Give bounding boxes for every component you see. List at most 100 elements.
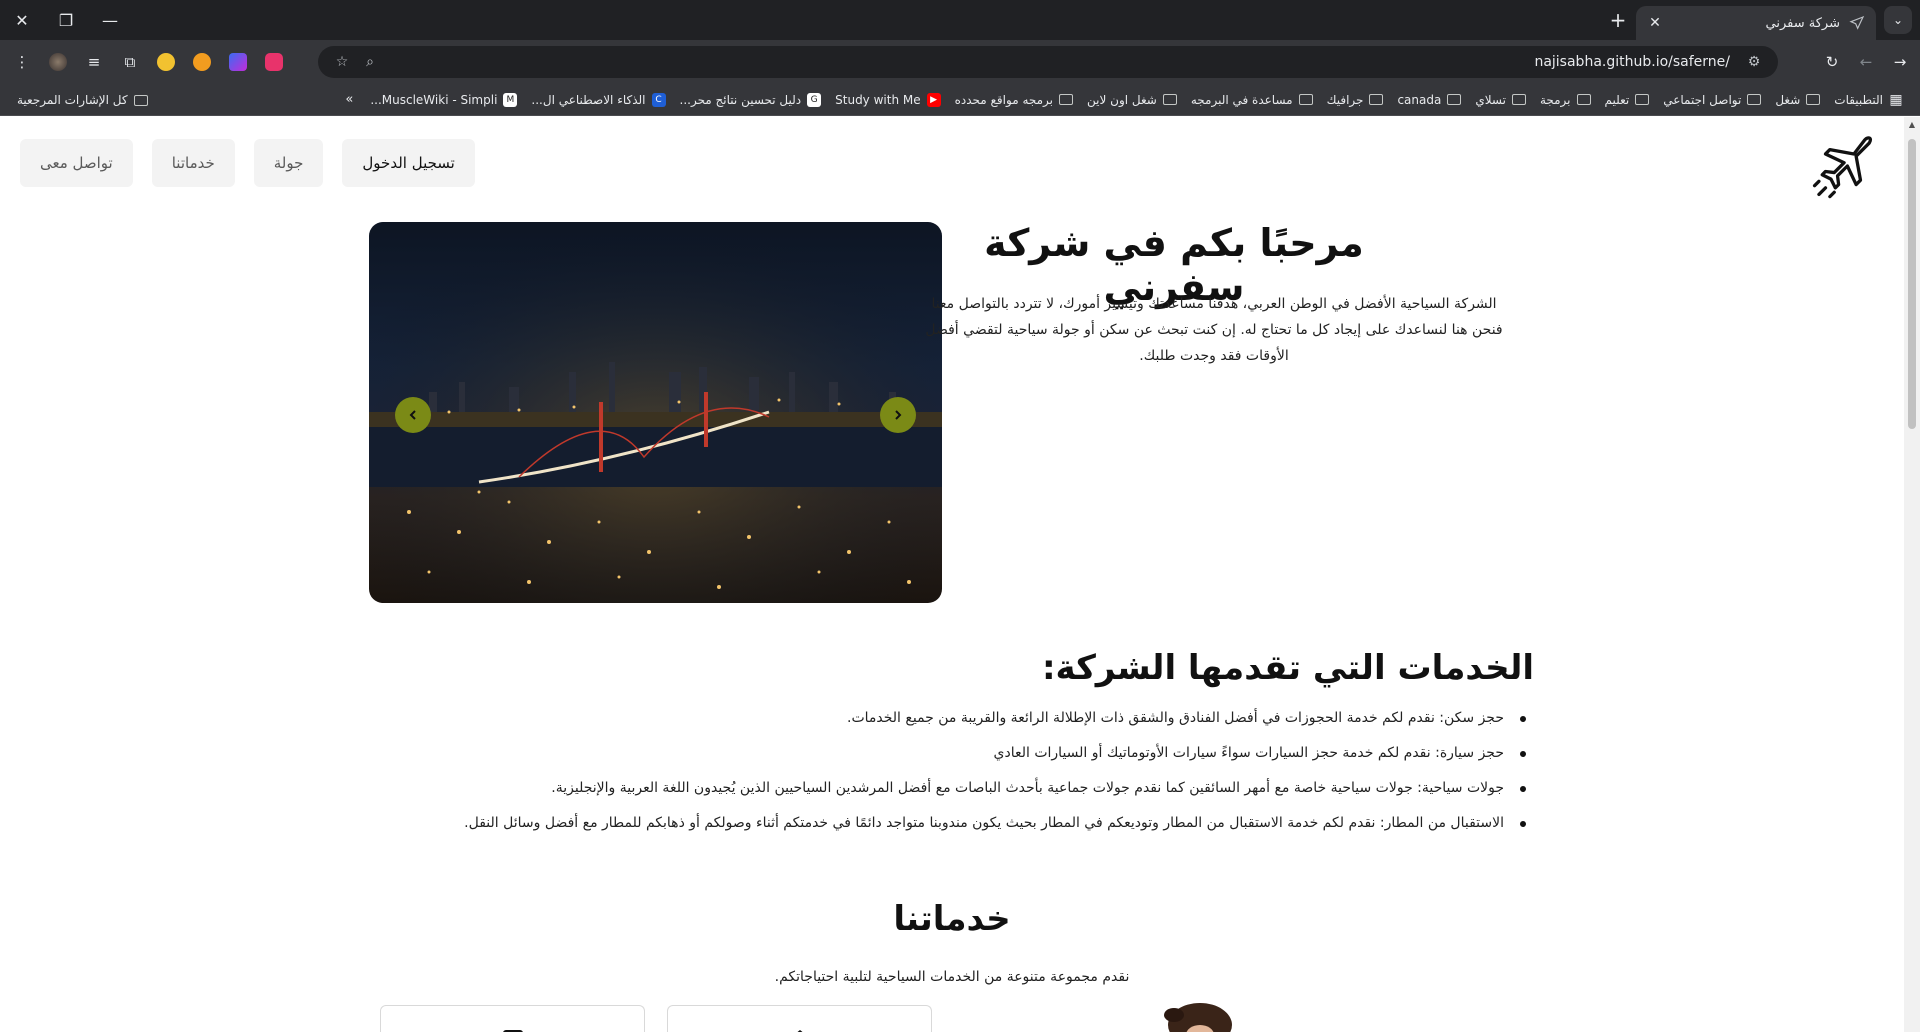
all-bookmarks-button[interactable]: كل الإشارات المرجعية (10, 87, 155, 113)
extension-yellow-icon[interactable] (150, 46, 182, 78)
extension-shield-icon[interactable] (258, 46, 290, 78)
minimize-window-icon[interactable]: — (88, 0, 132, 40)
hero-intro: الشركة السياحية الأفضل في الوطن العربي، … (925, 296, 1503, 364)
bookmark-item[interactable]: برمجه مواقع محدده (948, 87, 1080, 113)
tab-strip: + شركة سفرني ✕ ⌄ (1600, 0, 1920, 40)
bookmark-label: Study with Me (835, 92, 921, 107)
bookmark-item[interactable]: canada (1390, 87, 1468, 113)
folder-icon (1747, 94, 1762, 105)
extension-orange-icon[interactable] (186, 46, 218, 78)
folder-icon (1059, 94, 1074, 105)
bookmark-item[interactable]: تواصل اجتماعي (1656, 87, 1768, 113)
bookmark-star-icon[interactable]: ☆ (328, 54, 356, 70)
nav-login-button[interactable]: تسجيل الدخول (342, 139, 475, 187)
back-icon[interactable]: → (1884, 46, 1916, 78)
url-text[interactable]: najisabha.github.io/saferne/ (384, 54, 1740, 70)
tab-title: شركة سفرني (1765, 15, 1840, 31)
profile-avatar[interactable] (42, 46, 74, 78)
all-bookmarks-label: كل الإشارات المرجعية (17, 93, 128, 107)
browser-toolbar: ⋮ ≡ ⧉ ☆ ⌕ najisabha.github.io/saferne/ ⚙… (0, 40, 1920, 84)
bookmark-item[interactable]: ▶ Study with Me (828, 87, 947, 113)
toolbar-nav: ↻ ← → (1816, 46, 1916, 78)
bookmark-item[interactable]: مساعدة في البرمجه (1184, 87, 1320, 113)
reading-list-icon[interactable]: ≡ (78, 46, 110, 78)
bookmark-label: دليل تحسين نتائج محر... (679, 92, 802, 107)
bookmark-item[interactable]: C الذكاء الاصطناعي ال... (524, 87, 672, 113)
site-settings-icon[interactable]: ⚙ (1740, 54, 1768, 70)
bookmark-label: مساعدة في البرمجه (1190, 92, 1293, 107)
window-controls: ✕ ❐ — (0, 0, 132, 40)
service-card[interactable] (667, 1005, 932, 1032)
our-services-subtitle: نقدم مجموعة متنوعة من الخدمات السياحية ل… (774, 969, 1130, 985)
scrollbar-thumb[interactable] (1908, 139, 1916, 429)
our-services-title: خدماتنا (893, 899, 1011, 939)
bookmark-label: برمجة (1539, 92, 1571, 107)
browser-tab[interactable]: شركة سفرني ✕ (1636, 6, 1876, 40)
person-photo (1164, 1003, 1232, 1032)
carousel-prev-button[interactable] (395, 397, 431, 433)
folder-icon (1576, 94, 1591, 105)
carousel-next-button[interactable] (880, 397, 916, 433)
more-bookmarks-button[interactable]: » (335, 92, 363, 107)
restore-window-icon[interactable]: ❐ (44, 0, 88, 40)
nav-tour-button[interactable]: جولة (253, 139, 324, 187)
folder-icon (1369, 94, 1384, 105)
service-card[interactable] (380, 1005, 645, 1032)
bookmark-item[interactable]: تسلاي (1468, 87, 1533, 113)
page-scrollbar[interactable]: ▲ (1904, 117, 1920, 1032)
forward-icon[interactable]: ← (1850, 46, 1882, 78)
services-list: حجز سكن: نقدم لكم خدمة الحجوزات في أفضل … (464, 701, 1526, 841)
bookmark-label: تسلاي (1475, 92, 1506, 107)
folder-icon (1162, 94, 1177, 105)
c-logo-icon: C (651, 92, 666, 107)
close-tab-icon[interactable]: ✕ (1646, 15, 1664, 31)
close-window-icon[interactable]: ✕ (0, 0, 44, 40)
bookmark-label: برمجه مواقع محدده (954, 92, 1054, 107)
bookmark-item[interactable]: شغل اون لاين (1080, 87, 1184, 113)
bed-icon (502, 1030, 523, 1032)
bookmark-label: canada (1397, 92, 1442, 107)
chevron-down-icon: ⌄ (1884, 6, 1912, 34)
new-tab-button[interactable]: + (1600, 0, 1636, 40)
extension-blue-icon[interactable] (222, 46, 254, 78)
bookmark-label: MuscleWiki - Simpli... (370, 92, 498, 107)
services-title: الخدمات التي تقدمها الشركة: (1041, 648, 1534, 688)
tab-search-button[interactable]: ⌄ (1876, 0, 1920, 40)
bookmark-item[interactable]: شغل (1768, 87, 1827, 113)
chevron-left-icon (409, 410, 416, 420)
nav-services-button[interactable]: خدماتنا (151, 139, 235, 187)
folder-icon (1298, 94, 1313, 105)
youtube-icon: ▶ (926, 92, 941, 107)
web-page: تواصل معى خدماتنا جولة تسجيل الدخول مرحب… (0, 117, 1904, 1032)
nav-contact-button[interactable]: تواصل معى (20, 139, 133, 187)
bookmark-label: تعليم (1604, 92, 1630, 107)
list-item: حجز سكن: نقدم لكم خدمة الحجوزات في أفضل … (464, 701, 1526, 736)
address-bar[interactable]: ☆ ⌕ najisabha.github.io/saferne/ ⚙ (318, 46, 1778, 78)
bookmark-label: الذكاء الاصطناعي ال... (531, 92, 646, 107)
chevron-right-icon (895, 410, 902, 420)
menu-kebab-icon[interactable]: ⋮ (6, 46, 38, 78)
bookmark-item[interactable]: برمجة (1533, 87, 1598, 113)
bookmarks-bar: ▦ التطبيقات شغل تواصل اجتماعي تعليم برمجة تسلا… (0, 84, 1920, 116)
bookmark-item[interactable]: M MuscleWiki - Simpli... (363, 87, 524, 113)
list-item: حجز سيارة: نقدم لكم خدمة حجز السيارات سو… (464, 736, 1526, 771)
bookmark-item[interactable]: G دليل تحسين نتائج محر... (673, 87, 829, 113)
main-nav: تواصل معى خدماتنا جولة تسجيل الدخول (20, 139, 475, 187)
bookmark-label: شغل (1775, 92, 1801, 107)
musclewiki-icon: M (503, 92, 518, 107)
bookmark-label: شغل اون لاين (1087, 92, 1157, 107)
reload-icon[interactable]: ↻ (1816, 46, 1848, 78)
bookmark-item[interactable]: تعليم (1598, 87, 1657, 113)
google-icon: G (807, 92, 822, 107)
extensions-puzzle-icon[interactable]: ⧉ (114, 46, 146, 78)
bookmark-label: تواصل اجتماعي (1663, 92, 1742, 107)
folder-icon (1447, 94, 1462, 105)
toolbar-left: ⋮ ≡ ⧉ (0, 46, 290, 78)
folder-icon (1511, 94, 1526, 105)
hero-carousel[interactable] (369, 222, 942, 603)
bookmark-item[interactable]: جرافيك (1320, 87, 1391, 113)
scroll-up-icon[interactable]: ▲ (1907, 120, 1917, 130)
bookmark-item[interactable]: ▦ التطبيقات (1827, 87, 1910, 113)
zoom-icon[interactable]: ⌕ (356, 54, 384, 70)
bookmark-label: التطبيقات (1834, 92, 1883, 107)
